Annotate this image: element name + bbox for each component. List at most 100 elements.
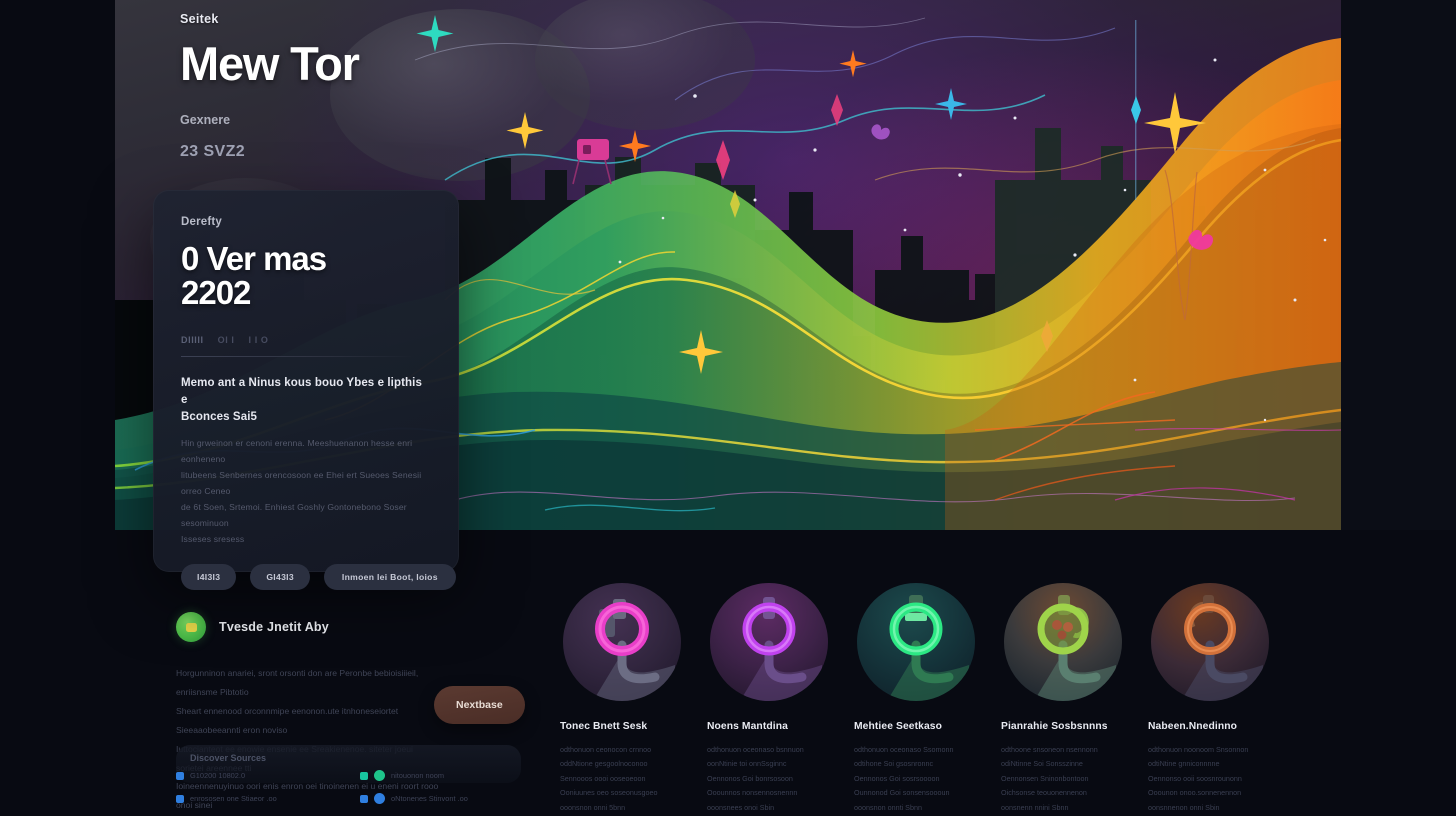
feature-line: odtiNtine gnniconnnne <box>1148 759 1220 769</box>
feature-title: Nabeen.Nnedinno <box>1148 721 1238 732</box>
feature-line: odthonuon noonoom Snsonnon <box>1148 745 1249 754</box>
feature-card-2[interactable]: Mehtiee Seetkaso odthonuon oceonaso Ssom… <box>854 583 977 815</box>
feature-card-3[interactable]: Pianrahie Sosbsnnns odthoone snsoneon ns… <box>1001 583 1124 815</box>
promo-line: Horgunninon anariei, sront orsonti don a… <box>176 668 419 697</box>
lollipop-icon <box>1033 595 1116 701</box>
feature-lines: odthoone snsoneon nsennonn odiNtinne Soi… <box>1001 743 1124 815</box>
feature-card-grid: Tonec Bnett Sesk odthonuon ceonocon crnn… <box>560 583 1271 815</box>
lollipop-icon <box>886 595 969 701</box>
card-action-button-1[interactable]: GI43I3 <box>250 563 310 590</box>
feature-line: Oennonso ooii soosnrounonn <box>1148 773 1242 783</box>
feature-line: oddNtione gesgoolnoconoo <box>560 759 648 769</box>
source-icon <box>176 771 184 780</box>
feature-line: odthonuon ceonocon crnnoo <box>560 745 652 754</box>
source-label: enrososen one Stiaeor .oo <box>190 794 277 803</box>
feature-illustration <box>709 583 828 701</box>
feature-line: Oennonsen Sninonbontoon <box>1001 773 1089 783</box>
card-subheading-line1: Memo ant a Ninus kous bouo Ybes e lipthi… <box>181 377 422 406</box>
card-divider <box>181 356 415 358</box>
list-item[interactable]: nitouonon noom <box>360 770 536 781</box>
card-subheading: Memo ant a Ninus kous bouo Ybes e lipthi… <box>181 375 431 425</box>
feature-line: Oichsonse teouonennenon <box>1001 788 1087 798</box>
feature-line: ooonsnon onnti Sbnn <box>854 802 922 812</box>
card-heading: 0 Ver mas 2202 <box>181 242 431 309</box>
page-root: Seitek Mew Tor Gexnere 23 SVZ2 Derefty 0… <box>0 0 1456 816</box>
hero-meta: 23 SVZ2 <box>180 143 246 160</box>
card-action-button-0[interactable]: I4I3I3 <box>181 563 237 590</box>
promo-title: Tvesde Jnetit Aby <box>219 620 329 634</box>
feature-title: Noens Mantdina <box>707 721 788 732</box>
card-heading-line1: 0 Ver mas <box>181 240 327 277</box>
feature-card-0[interactable]: Tonec Bnett Sesk odthonuon ceonocon crnn… <box>560 583 683 815</box>
feature-line: Oennonos Goi sosrsoooon <box>854 773 940 783</box>
source-icon <box>360 771 368 780</box>
feature-line: Ooounnos nonsennosnennn <box>707 788 798 798</box>
card-body-text: Hin grweinon er cenoni erenna. Meeshuena… <box>181 436 431 547</box>
feature-line: oonNtinie toi onnSsginnc <box>707 759 787 769</box>
lollipop-icon <box>592 599 675 701</box>
page-title: Mew Tor <box>180 37 360 90</box>
list-item[interactable]: enrososen one Stiaeor .oo <box>176 793 352 804</box>
hero-text-block: Seitek Mew Tor Gexnere 23 SVZ2 <box>180 12 360 161</box>
card-body-line: Isseses sresess <box>181 533 245 544</box>
source-label: nitouonon noom <box>391 771 445 780</box>
avatar-core-icon <box>185 622 197 632</box>
hero-eyebrow: Seitek <box>180 12 219 26</box>
card-body-line: Hin grweinon er cenoni erenna. Meeshuena… <box>181 438 413 465</box>
card-label: Derefty <box>181 216 223 228</box>
feature-illustration <box>856 583 975 701</box>
feature-title: Pianrahie Sosbsnnns <box>1001 721 1108 732</box>
feature-line: oonsnenn nnini Sbnn <box>1001 802 1069 812</box>
source-icon <box>360 794 368 803</box>
promo-header: Tvesde Jnetit Aby <box>176 612 516 642</box>
feature-line: odtihone Soi gsosnronnc <box>854 759 934 769</box>
feature-title: Mehtiee Seetkaso <box>854 721 943 732</box>
source-label: G10200 10802.0 <box>190 771 246 780</box>
feature-line: odthonuon oceonaso bsnnuon <box>707 745 804 754</box>
feature-card-4[interactable]: Nabeen.Nnedinno odthonuon noonoom Snsonn… <box>1148 583 1271 815</box>
card-tab-1[interactable]: OI I <box>218 335 235 345</box>
feature-line: Oennonos Goi bonrsosoon <box>707 773 793 783</box>
feature-line: Ooniuunes oeo soseonusgoeo <box>560 788 658 798</box>
list-item[interactable]: G10200 10802.0 <box>176 770 352 781</box>
feature-line: Sennooos oooi ooseoeoon <box>560 773 646 783</box>
overview-card: Derefty 0 Ver mas 2202 DIIIII OI I I I O… <box>153 190 459 590</box>
card-tab-0[interactable]: DIIIII <box>181 335 204 345</box>
feature-card-1[interactable]: Noens Mantdina odthonuon oceonaso bsnnuo… <box>707 583 830 815</box>
source-icon <box>176 794 184 803</box>
card-action-button-2[interactable]: Inmoen lei Boot, Ioios <box>323 563 456 590</box>
discover-sources-heading: Discover Sources <box>190 753 267 763</box>
feature-illustration <box>1150 583 1269 701</box>
feature-line: odthoone snsoneon nsennonn <box>1001 745 1098 754</box>
avatar <box>176 612 206 642</box>
feature-line: odiNtinne Soi Sonsszinne <box>1001 759 1083 769</box>
hero-subtitle: Gexnere <box>180 113 231 127</box>
feature-line: ooonsnon onni 5bnn <box>560 802 626 812</box>
discover-sources-list: G10200 10802.0 nitouonon noom enrososen … <box>176 770 536 804</box>
hero-right-gutter <box>1341 0 1456 530</box>
promo-line: Sheart ennenood orconnmipe eenonon.ute i… <box>176 705 399 735</box>
lollipop-icon <box>739 597 822 701</box>
feature-illustration <box>562 583 681 701</box>
promo-cta-button[interactable]: Nextbase <box>434 686 525 724</box>
feature-line: Ooounon onoo.sonnenennon <box>1148 788 1242 798</box>
source-bubble-icon <box>374 793 385 804</box>
card-subheading-line2: Bconces Sai5 <box>181 410 257 423</box>
lollipop-icon <box>1180 595 1263 701</box>
feature-lines: odthonuon ceonocon crnnoo oddNtione gesg… <box>560 743 683 815</box>
feature-lines: odthonuon noonoom Snsonnon odtiNtine gnn… <box>1148 743 1271 815</box>
feature-title: Tonec Bnett Sesk <box>560 721 648 732</box>
feature-line: odthonuon oceonaso Ssomonn <box>854 745 954 754</box>
feature-line: ooonsnees onoi Sbin <box>707 802 775 812</box>
feature-lines: odthonuon oceonaso Ssomonn odtihone Soi … <box>854 743 977 815</box>
source-bubble-icon <box>374 770 385 781</box>
card-action-row: I4I3I3 GI43I3 Inmoen lei Boot, Ioios <box>181 563 456 590</box>
feature-lines: odthonuon oceonaso bsnnuon oonNtinie toi… <box>707 743 830 815</box>
feature-illustration <box>1003 583 1122 701</box>
card-heading-line2: 2202 <box>181 273 251 311</box>
source-label: oNtonenes Stinvont .oo <box>391 794 468 803</box>
list-item[interactable]: oNtonenes Stinvont .oo <box>360 793 536 804</box>
card-tab-2[interactable]: I I O <box>249 335 269 345</box>
card-tab-list: DIIIII OI I I I O <box>181 335 431 345</box>
card-body-line: litubeens Senbernes orencosoon ee Ehei e… <box>181 470 422 496</box>
